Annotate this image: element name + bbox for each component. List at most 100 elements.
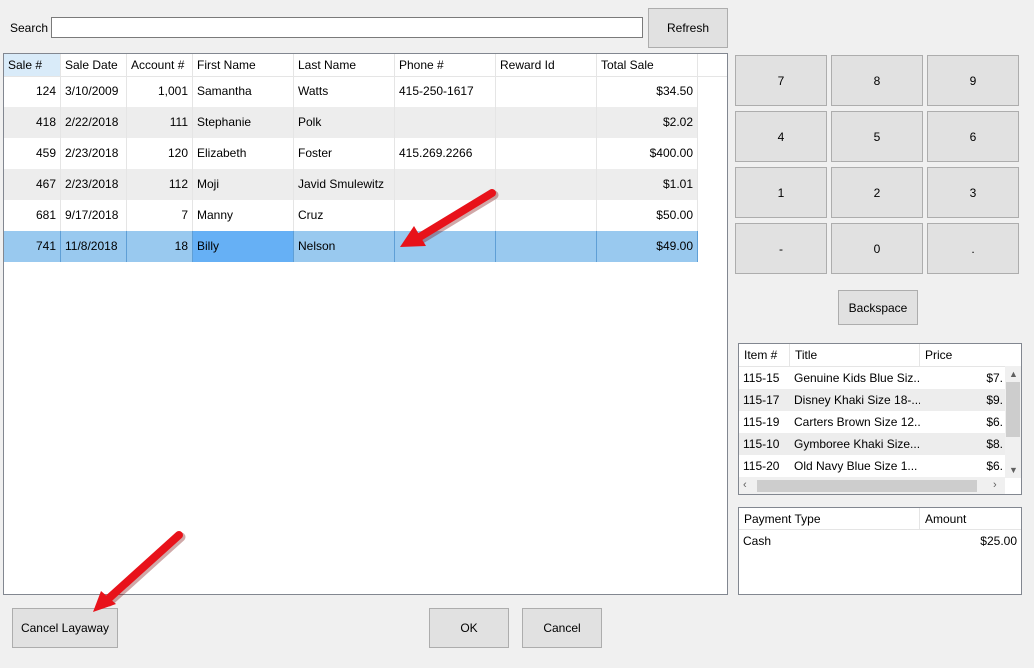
list-item[interactable]: 115-15 Genuine Kids Blue Siz... $7.	[739, 367, 1005, 389]
cell-reward-id	[496, 200, 597, 231]
cancel-button[interactable]: Cancel	[522, 608, 602, 648]
cell-first-name: Samantha	[193, 76, 294, 107]
list-item[interactable]: 115-10 Gymboree Khaki Size... $8.	[739, 433, 1005, 455]
selected-table-row[interactable]: 741 11/8/2018 18 Billy Nelson $49.00	[4, 231, 698, 262]
cell-last-name: Javid Smulewitz	[294, 169, 395, 200]
items-column-header-item-number[interactable]: Item #	[739, 344, 790, 366]
cell-total-sale: $1.01	[597, 169, 698, 200]
payments-list[interactable]: Payment Type Amount Cash $25.00	[738, 507, 1022, 595]
scroll-right-icon[interactable]: ›	[993, 480, 997, 491]
scroll-down-icon[interactable]: ▼	[1009, 465, 1018, 475]
cell-sale-date: 3/10/2009	[61, 76, 127, 107]
keypad-3-button[interactable]: 3	[927, 167, 1019, 218]
cell-sale-number: 467	[4, 169, 61, 200]
scroll-left-icon[interactable]: ‹	[743, 480, 747, 491]
cell-total-sale: $49.00	[597, 231, 698, 262]
cell-sale-number: 459	[4, 138, 61, 169]
cell-sale-number: 741	[4, 231, 61, 262]
cell-last-name: Nelson	[294, 231, 395, 262]
payment-amount: $25.00	[980, 534, 1017, 548]
items-column-header-price[interactable]: Price	[920, 344, 1021, 366]
cell-total-sale: $400.00	[597, 138, 698, 169]
cell-first-name: Moji	[193, 169, 294, 200]
scroll-up-icon[interactable]: ▲	[1009, 369, 1018, 379]
table-row[interactable]: 418 2/22/2018 111 Stephanie Polk $2.02	[4, 107, 698, 138]
cell-last-name: Foster	[294, 138, 395, 169]
column-header-phone[interactable]: Phone #	[395, 54, 496, 76]
cell-reward-id	[496, 169, 597, 200]
column-header-total-sale[interactable]: Total Sale	[597, 54, 698, 76]
search-label: Search	[10, 21, 49, 35]
cell-sale-date: 2/23/2018	[61, 169, 127, 200]
cell-sale-date: 9/17/2018	[61, 200, 127, 231]
keypad-6-button[interactable]: 6	[927, 111, 1019, 162]
table-row[interactable]: 467 2/23/2018 112 Moji Javid Smulewitz $…	[4, 169, 698, 200]
item-title: Carters Brown Size 12...	[794, 415, 920, 429]
payment-type: Cash	[743, 534, 772, 548]
cell-last-name: Watts	[294, 76, 395, 107]
cell-reward-id	[496, 231, 597, 262]
column-header-first-name[interactable]: First Name	[193, 54, 294, 76]
sales-grid-header: Sale # Sale Date Account # First Name La…	[4, 54, 727, 77]
items-horizontal-scrollbar[interactable]: ‹ ›	[739, 477, 1005, 494]
backspace-button[interactable]: Backspace	[838, 290, 918, 325]
cell-total-sale: $34.50	[597, 76, 698, 107]
item-title: Genuine Kids Blue Siz...	[794, 371, 920, 385]
item-number: 115-10	[743, 437, 780, 451]
items-column-header-title[interactable]: Title	[790, 344, 920, 366]
cell-account: 120	[127, 138, 193, 169]
keypad-2-button[interactable]: 2	[831, 167, 923, 218]
cell-sale-date: 2/22/2018	[61, 107, 127, 138]
cell-first-name: Elizabeth	[193, 138, 294, 169]
list-item[interactable]: Cash $25.00	[739, 530, 1021, 552]
cell-total-sale: $2.02	[597, 107, 698, 138]
keypad-1-button[interactable]: 1	[735, 167, 827, 218]
items-list[interactable]: Item # Title Price 115-15 Genuine Kids B…	[738, 343, 1022, 495]
scrollbar-thumb[interactable]	[757, 480, 977, 492]
item-number: 115-19	[743, 415, 780, 429]
item-number: 115-20	[743, 459, 780, 473]
cell-first-name: Stephanie	[193, 107, 294, 138]
search-input[interactable]	[51, 17, 643, 38]
cancel-layaway-button[interactable]: Cancel Layaway	[12, 608, 118, 648]
column-header-last-name[interactable]: Last Name	[294, 54, 395, 76]
cell-sale-number: 681	[4, 200, 61, 231]
cell-last-name: Polk	[294, 107, 395, 138]
payments-column-header-type[interactable]: Payment Type	[739, 508, 920, 530]
keypad-4-button[interactable]: 4	[735, 111, 827, 162]
cell-reward-id	[496, 138, 597, 169]
cell-account: 111	[127, 107, 193, 138]
column-header-reward-id[interactable]: Reward Id	[496, 54, 597, 76]
item-price: $7.	[986, 371, 1003, 385]
cell-phone	[395, 200, 496, 231]
column-header-sale-date[interactable]: Sale Date	[61, 54, 127, 76]
cell-sale-date: 2/23/2018	[61, 138, 127, 169]
item-price: $6.	[986, 459, 1003, 473]
table-row[interactable]: 681 9/17/2018 7 Manny Cruz $50.00	[4, 200, 698, 231]
keypad-7-button[interactable]: 7	[735, 55, 827, 106]
cell-first-name: Billy	[193, 231, 294, 262]
table-row[interactable]: 124 3/10/2009 1,001 Samantha Watts 415-2…	[4, 76, 698, 107]
scrollbar-thumb[interactable]	[1006, 382, 1020, 437]
list-item[interactable]: 115-19 Carters Brown Size 12... $6.	[739, 411, 1005, 433]
cell-total-sale: $50.00	[597, 200, 698, 231]
list-item[interactable]: 115-17 Disney Khaki Size 18-... $9.	[739, 389, 1005, 411]
keypad-0-button[interactable]: 0	[831, 223, 923, 274]
refresh-button[interactable]: Refresh	[648, 8, 728, 48]
sales-grid[interactable]: Sale # Sale Date Account # First Name La…	[3, 53, 728, 595]
column-header-account[interactable]: Account #	[127, 54, 193, 76]
keypad-8-button[interactable]: 8	[831, 55, 923, 106]
column-header-sale-number[interactable]: Sale #	[4, 54, 61, 76]
payments-column-header-amount[interactable]: Amount	[920, 508, 1021, 530]
list-item[interactable]: 115-20 Old Navy Blue Size 1... $6.	[739, 455, 1005, 477]
ok-button[interactable]: OK	[429, 608, 509, 648]
item-price: $9.	[986, 393, 1003, 407]
keypad-9-button[interactable]: 9	[927, 55, 1019, 106]
keypad-decimal-button[interactable]: .	[927, 223, 1019, 274]
cell-account: 112	[127, 169, 193, 200]
item-title: Gymboree Khaki Size...	[794, 437, 920, 451]
keypad-5-button[interactable]: 5	[831, 111, 923, 162]
table-row[interactable]: 459 2/23/2018 120 Elizabeth Foster 415.2…	[4, 138, 698, 169]
items-vertical-scrollbar[interactable]: ▲ ▼	[1005, 366, 1021, 478]
keypad-minus-button[interactable]: -	[735, 223, 827, 274]
